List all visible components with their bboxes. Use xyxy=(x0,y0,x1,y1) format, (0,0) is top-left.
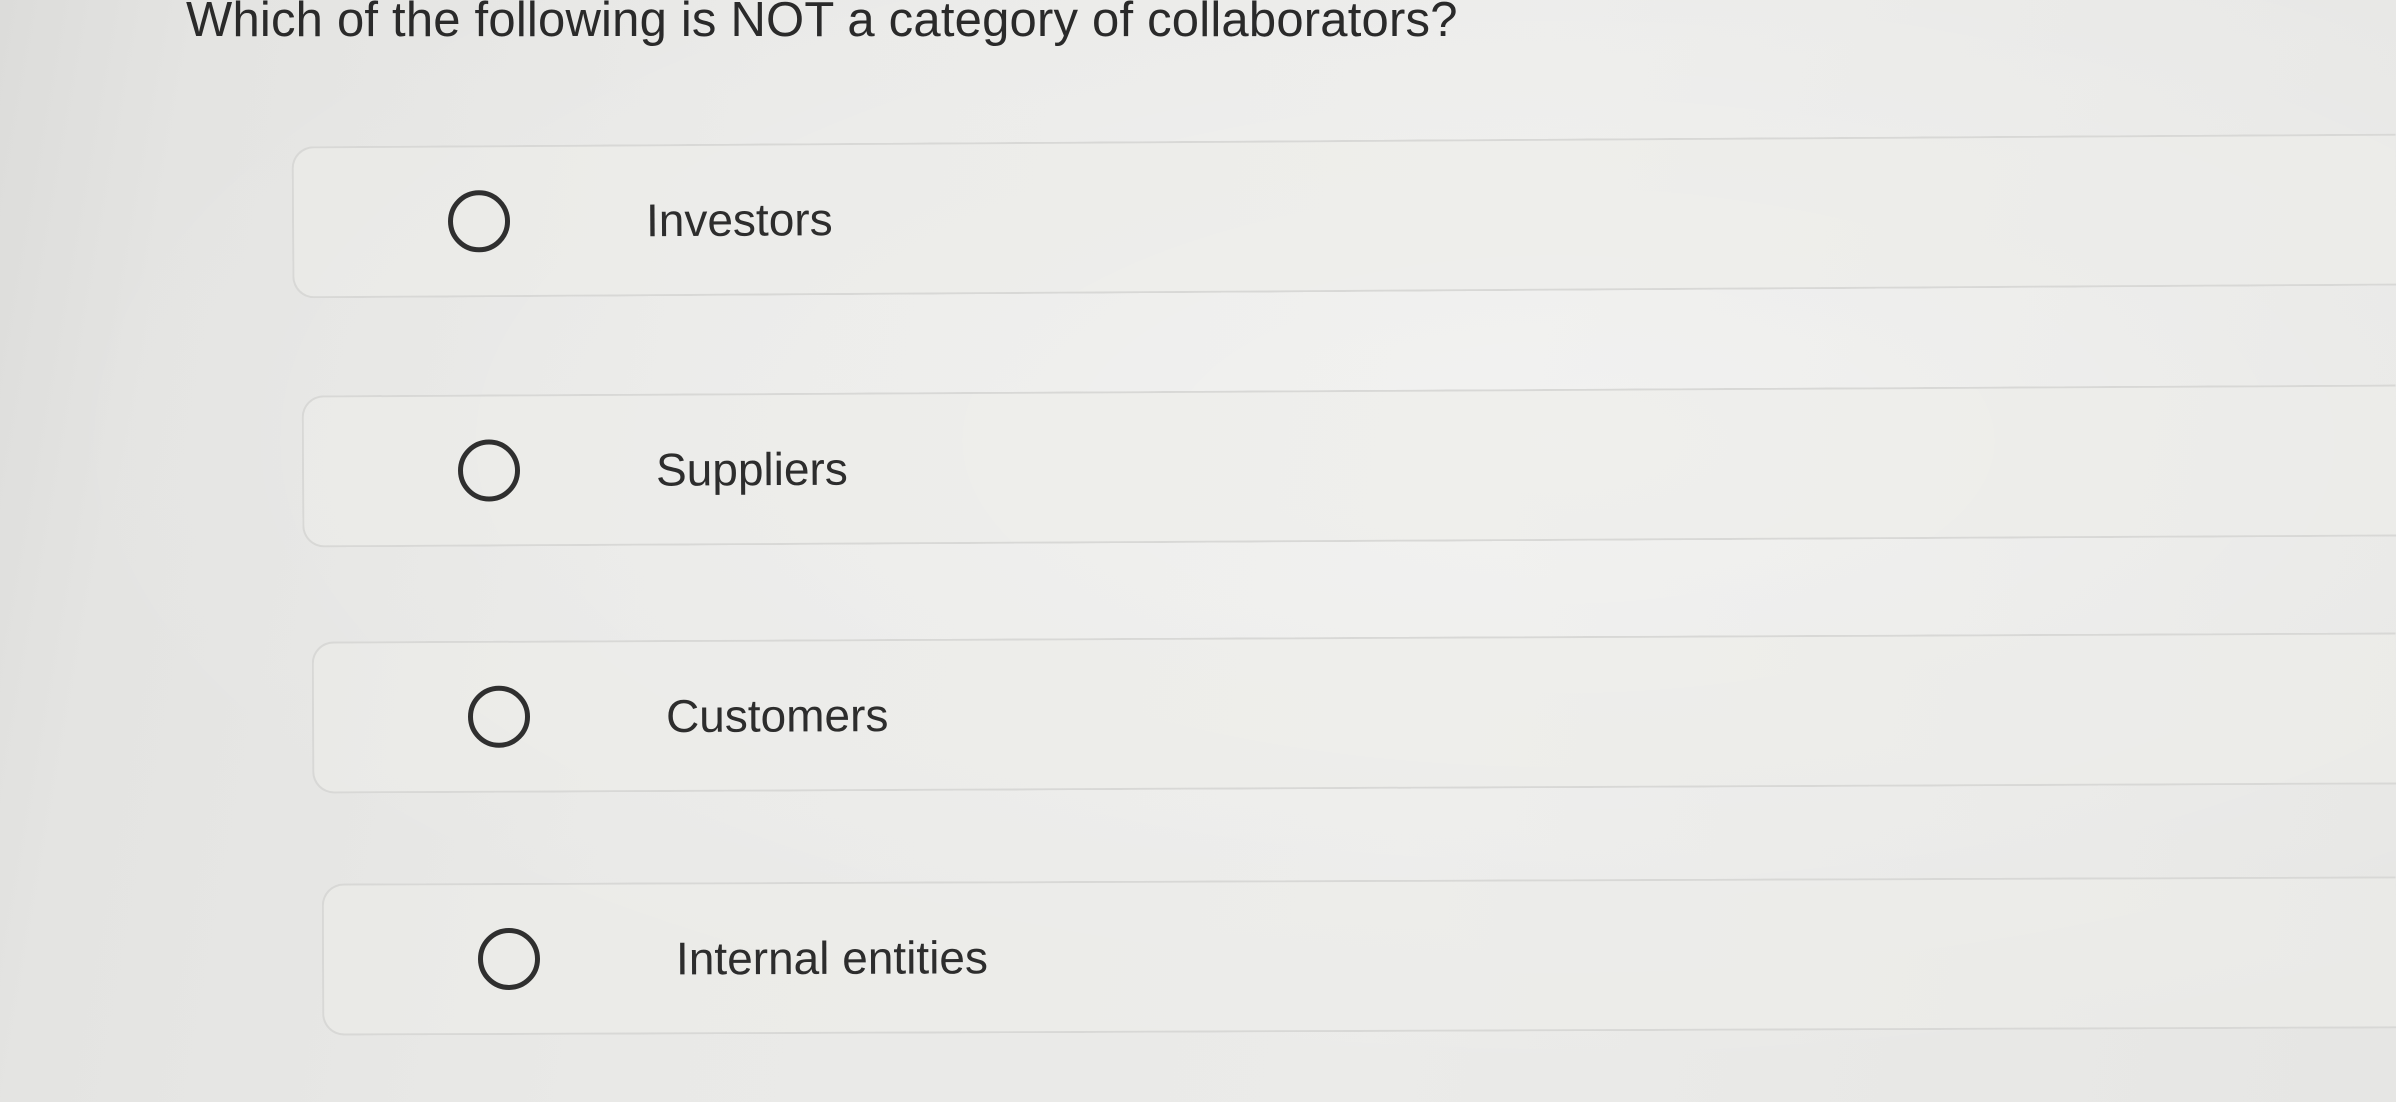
radio-button-icon[interactable] xyxy=(447,190,511,253)
option-internal-entities[interactable]: Internal entities xyxy=(321,876,2396,1036)
radio-button-icon[interactable] xyxy=(467,685,531,748)
radio-button-icon[interactable] xyxy=(457,439,521,502)
answer-options: Investors Suppliers Customers Internal e… xyxy=(0,0,2396,1102)
option-suppliers[interactable]: Suppliers xyxy=(301,384,2396,548)
option-investors[interactable]: Investors xyxy=(291,133,2396,299)
option-label: Internal entities xyxy=(675,931,989,985)
option-customers[interactable]: Customers xyxy=(311,632,2396,794)
option-label: Investors xyxy=(645,193,833,247)
option-label: Suppliers xyxy=(655,442,848,496)
option-label: Customers xyxy=(665,689,889,743)
quiz-page: Which of the following is NOT a category… xyxy=(0,0,2396,1102)
radio-button-icon[interactable] xyxy=(477,927,541,991)
